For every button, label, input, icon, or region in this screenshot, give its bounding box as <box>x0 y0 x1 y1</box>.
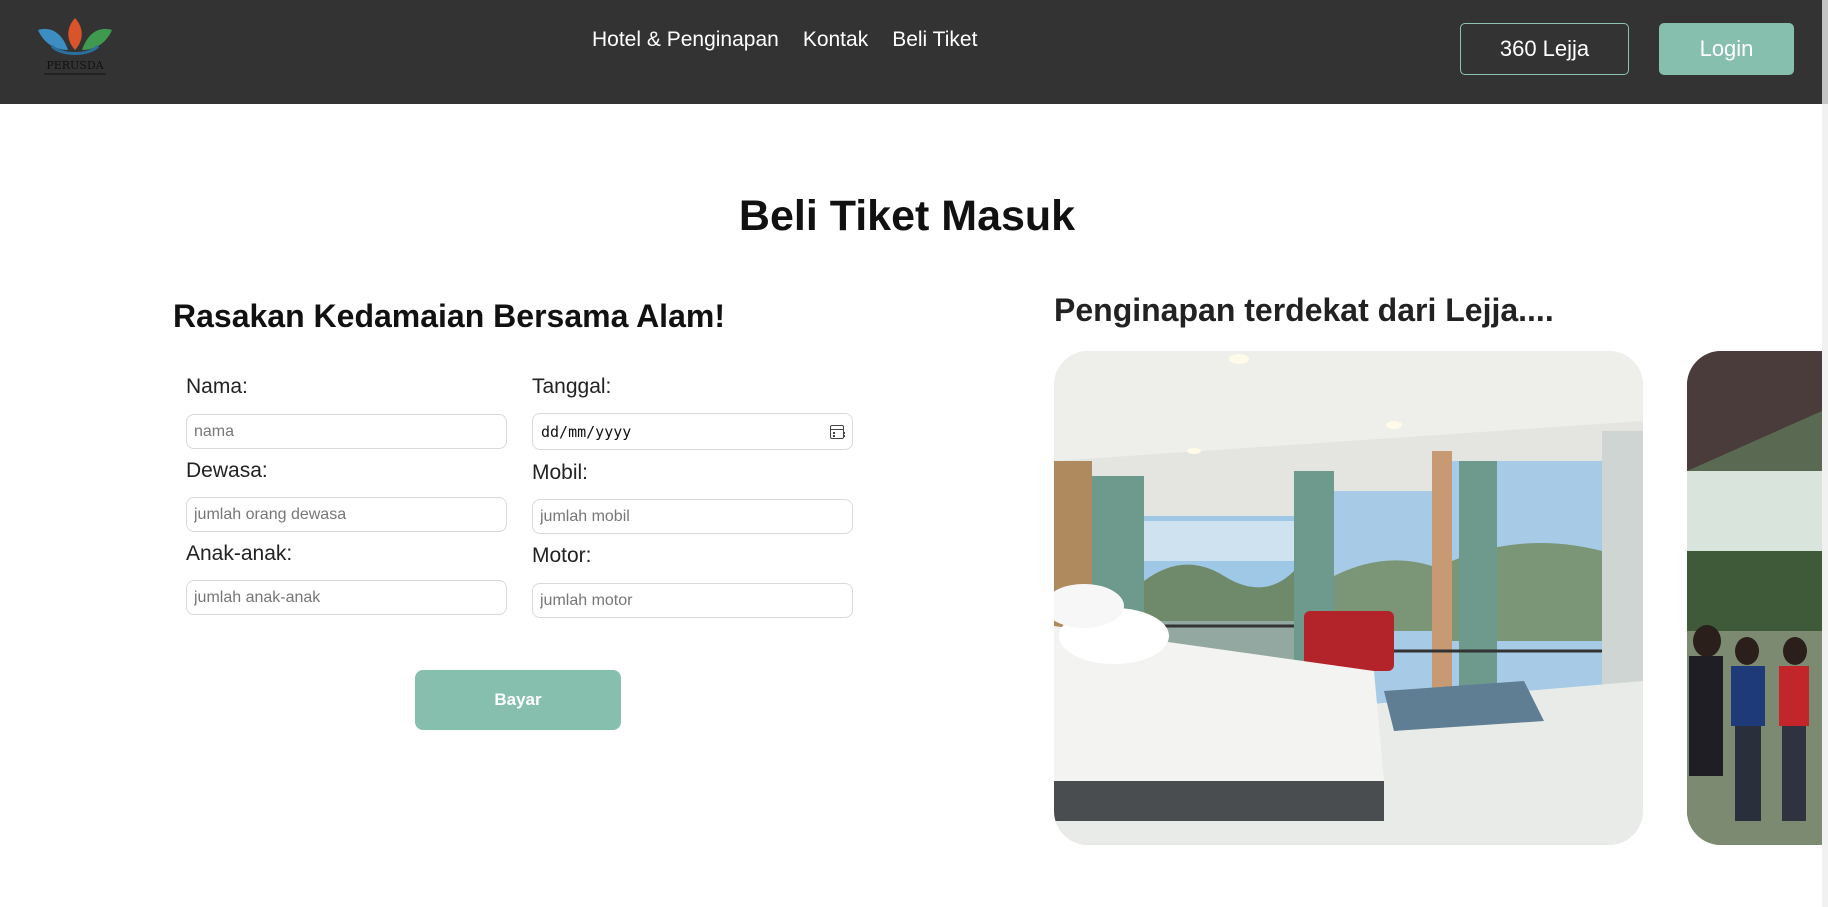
anak-label: Anak-anak: <box>186 542 293 565</box>
motor-label: Motor: <box>532 544 592 567</box>
tanggal-date-input[interactable]: dd/mm/yyyy <box>532 413 853 450</box>
date-value: dd/mm/yyyy <box>541 422 632 441</box>
page-title: Beli Tiket Masuk <box>738 192 1076 240</box>
motor-input[interactable] <box>532 583 853 618</box>
nav-link-beli-tiket[interactable]: Beli Tiket <box>892 28 977 52</box>
scrollbar-track[interactable] <box>1822 0 1828 907</box>
calendar-icon[interactable] <box>830 424 845 439</box>
mobil-label: Mobil: <box>532 461 589 484</box>
scrollbar-thumb[interactable] <box>1822 0 1828 104</box>
bayar-button[interactable]: Bayar <box>415 670 621 730</box>
nav-link-kontak[interactable]: Kontak <box>803 28 868 52</box>
form-heading: Rasakan Kedamaian Bersama Alam! <box>173 298 725 334</box>
navbar: PERUSDA Hotel & Penginapan Kontak Beli T… <box>0 0 1828 104</box>
360-lejja-button[interactable]: 360 Lejja <box>1460 23 1629 75</box>
dewasa-input[interactable] <box>186 497 507 532</box>
visitors-photo[interactable] <box>1687 351 1822 845</box>
login-button[interactable]: Login <box>1659 23 1794 75</box>
nama-label: Nama: <box>186 375 248 398</box>
anak-input[interactable] <box>186 580 507 615</box>
tanggal-label: Tanggal: <box>532 375 612 398</box>
svg-text:PERUSDA: PERUSDA <box>46 59 104 72</box>
nav-link-hotel[interactable]: Hotel & Penginapan <box>592 28 779 52</box>
lodging-heading: Penginapan terdekat dari Lejja.... <box>1054 292 1554 328</box>
nama-input[interactable] <box>186 414 507 449</box>
hotel-room-photo[interactable] <box>1054 351 1643 845</box>
mobil-input[interactable] <box>532 499 853 534</box>
dewasa-label: Dewasa: <box>186 459 268 482</box>
main-nav: Hotel & Penginapan Kontak Beli Tiket <box>592 28 977 52</box>
perusda-logo[interactable]: PERUSDA <box>36 16 114 78</box>
